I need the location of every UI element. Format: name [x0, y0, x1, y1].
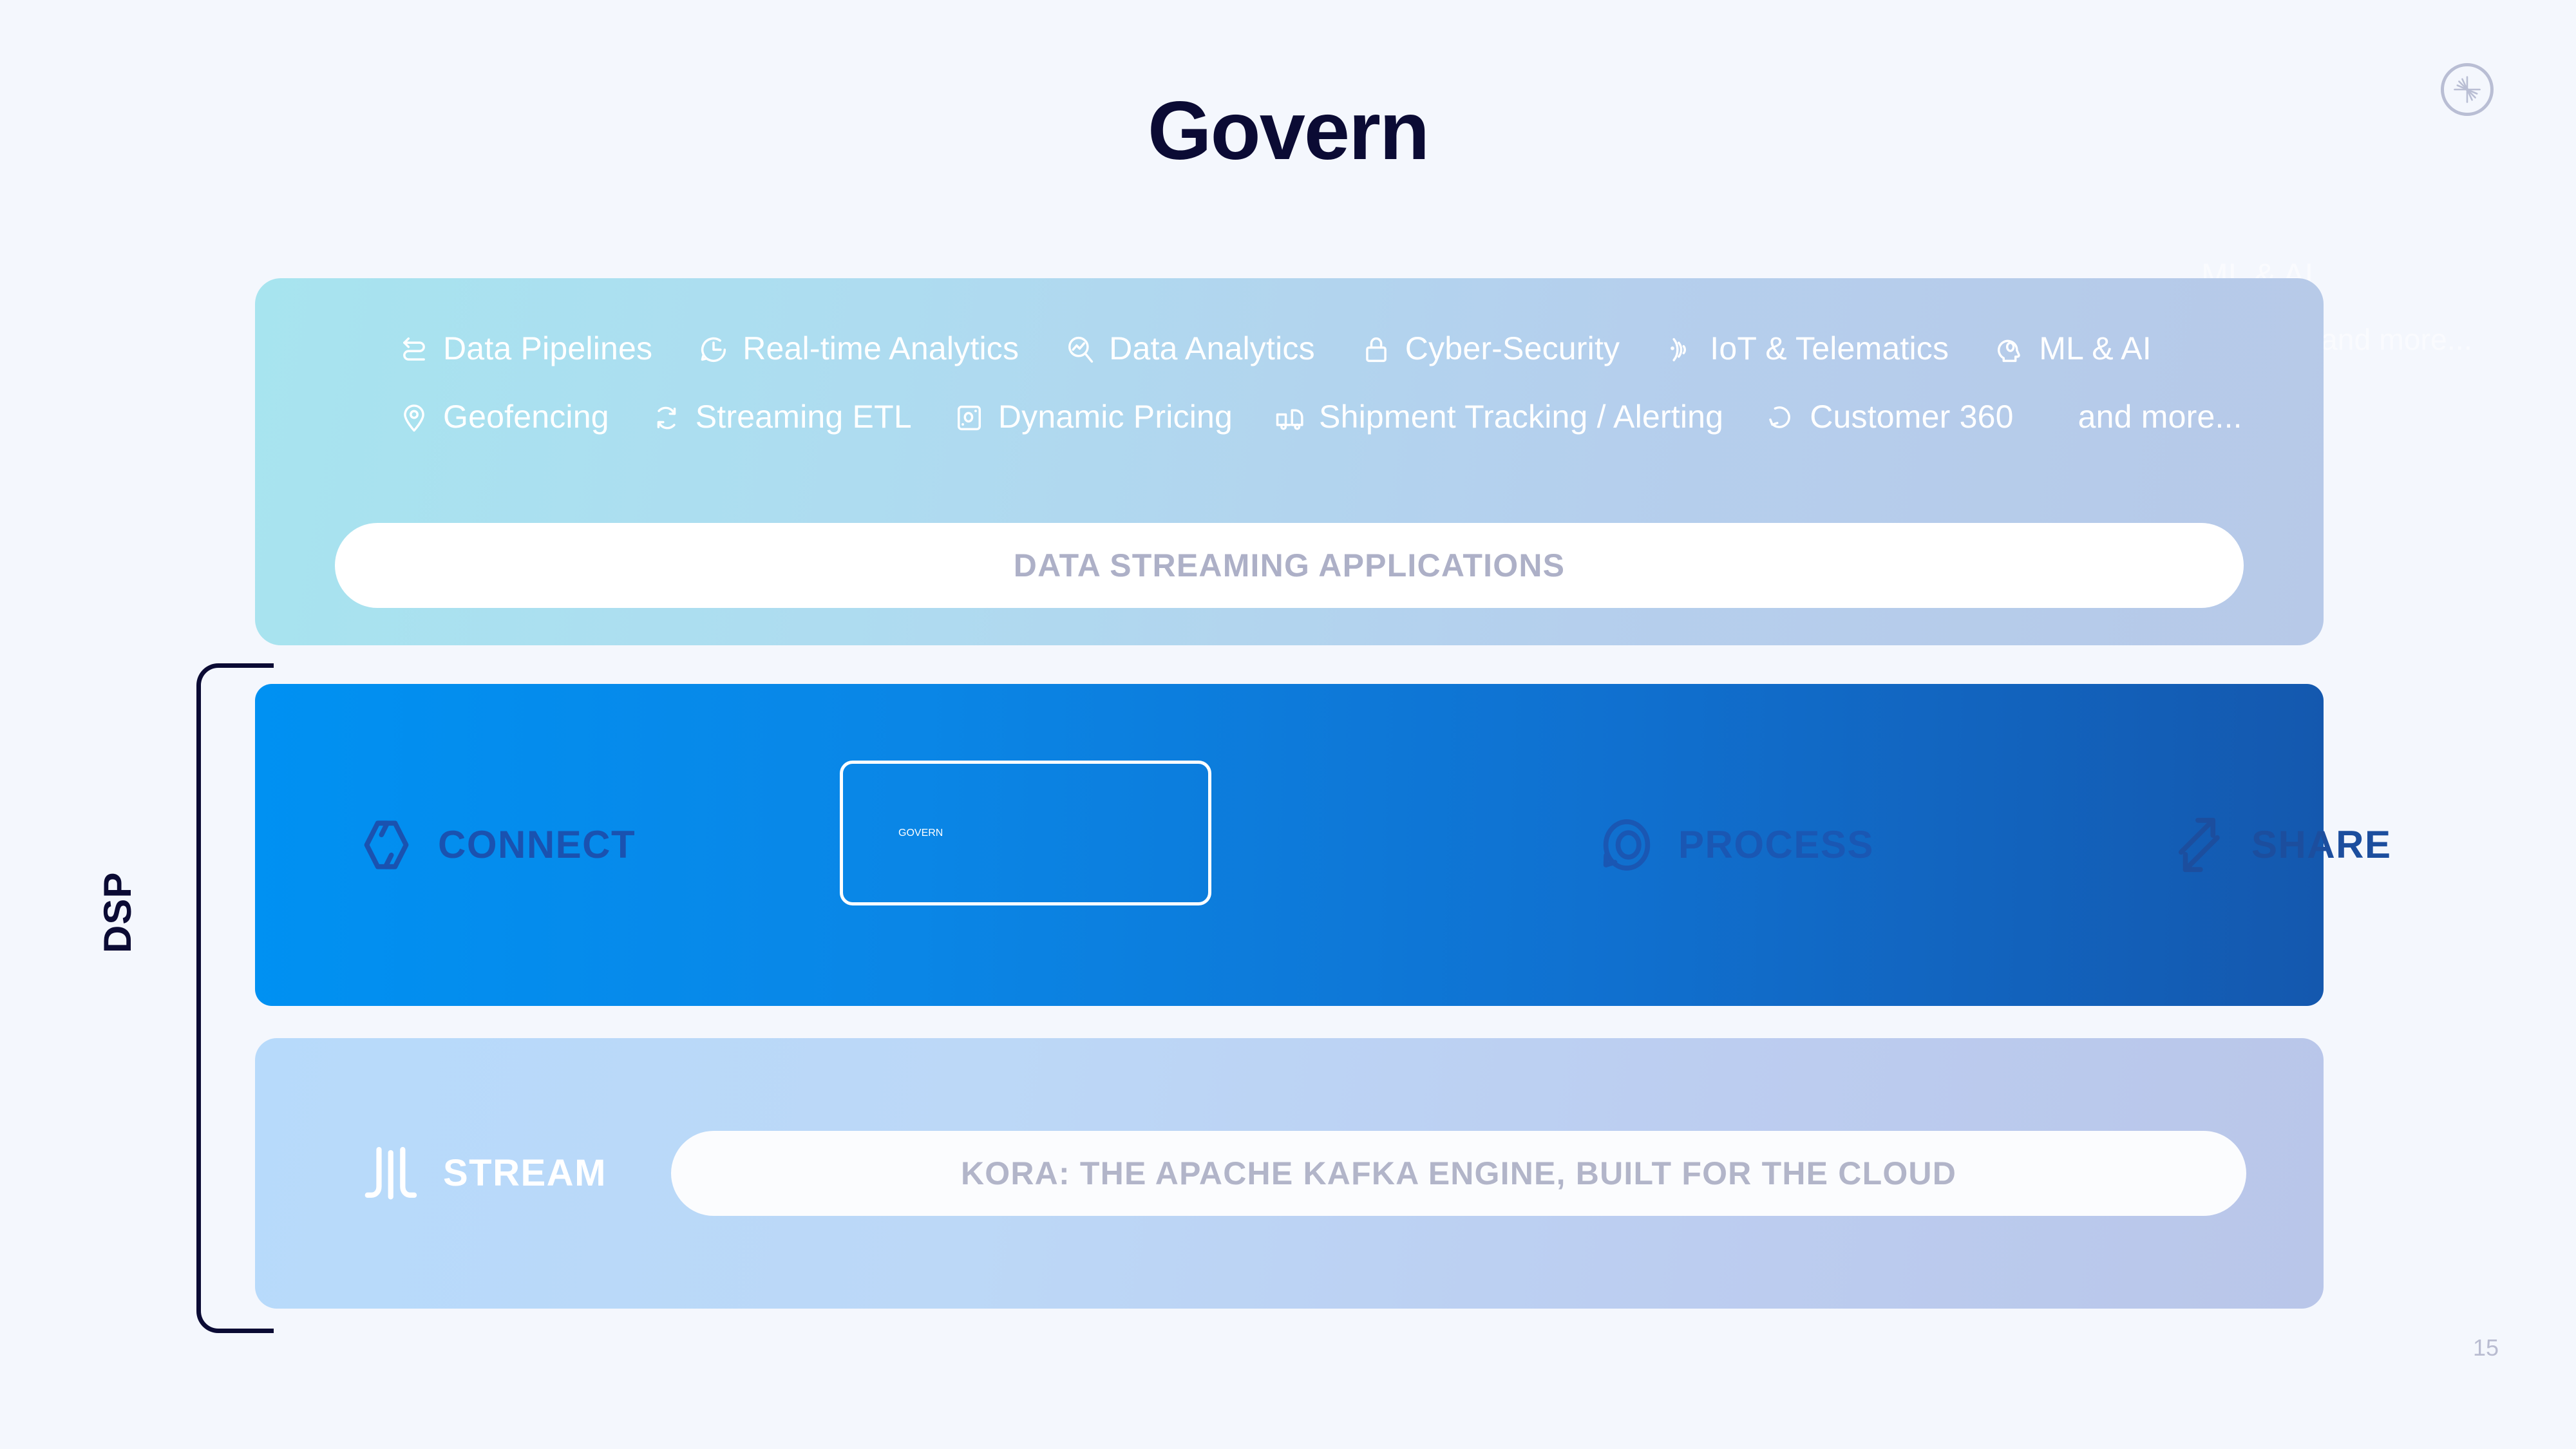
- realtime-analytics-icon: [696, 332, 731, 367]
- refresh-cycle-icon: [649, 401, 684, 435]
- data-streaming-applications-banner: DATA STREAMING APPLICATIONS: [335, 523, 2244, 608]
- stream-brand: STREAM: [358, 1140, 607, 1207]
- dsp-stage-label: GOVERN: [898, 827, 943, 838]
- app-chip-dynamic-pricing[interactable]: Dynamic Pricing: [952, 401, 1233, 435]
- app-chip-geofencing[interactable]: Geofencing: [397, 401, 609, 435]
- dsp-stage-label: CONNECT: [438, 823, 636, 866]
- app-chip-label: Dynamic Pricing: [998, 399, 1233, 435]
- app-chip-data-pipelines[interactable]: Data Pipelines: [397, 332, 652, 367]
- application-chip-row-1: Data Pipelines Real-time Analytics Data …: [326, 314, 2290, 385]
- dsp-stage-govern[interactable]: GOVERN: [840, 761, 1211, 905]
- confluent-logo-icon: [2441, 63, 2494, 116]
- dsp-bracket-label: DSP: [96, 871, 139, 953]
- kora-banner-label: KORA: THE APACHE KAFKA ENGINE, BUILT FOR…: [960, 1155, 1957, 1191]
- app-chip-realtime-analytics[interactable]: Real-time Analytics: [696, 332, 1019, 367]
- ghost-text-and-more: and more...: [2321, 323, 2472, 356]
- lock-icon: [1359, 332, 1394, 367]
- page-title: Govern: [1147, 85, 1430, 177]
- dsp-stage-label: PROCESS: [1678, 823, 1874, 866]
- dsp-stage-label: SHARE: [2251, 823, 2392, 866]
- data-pipelines-icon: [397, 332, 431, 367]
- app-chip-iot-telematics[interactable]: IoT & Telematics: [1663, 332, 1949, 367]
- data-analytics-icon: [1063, 332, 1097, 367]
- customer-360-icon: [1763, 401, 1798, 435]
- app-chip-label: Data Pipelines: [443, 330, 653, 366]
- app-chip-cyber-security[interactable]: Cyber-Security: [1359, 332, 1620, 367]
- app-chip-and-more[interactable]: and more...: [2078, 401, 2242, 435]
- dsp-stage-connect[interactable]: CONNECT: [352, 810, 636, 880]
- app-chip-label: Streaming ETL: [695, 399, 912, 435]
- app-chip-customer-360[interactable]: Customer 360: [1763, 401, 2013, 435]
- app-chip-ml-ai[interactable]: ML & AI: [1993, 332, 2152, 367]
- page-number: 15: [2473, 1334, 2499, 1361]
- slide-canvas: Govern ML & AI and more... Data Pipeline…: [0, 0, 2576, 1449]
- kafka-stream-icon: [358, 1140, 425, 1207]
- app-chip-label: Customer 360: [1810, 399, 2014, 435]
- application-chip-row-2: Geofencing Streaming ETL Dynamic Pricing…: [326, 383, 2290, 453]
- app-chip-label: IoT & Telematics: [1710, 330, 1949, 366]
- app-chip-label: and more...: [2078, 399, 2242, 435]
- price-tag-icon: [952, 401, 987, 435]
- app-chip-label: ML & AI: [2039, 330, 2152, 366]
- dsp-stage-process[interactable]: PROCESS: [1592, 810, 1874, 880]
- signal-icon: [1663, 332, 1698, 367]
- app-chip-label: Shipment Tracking / Alerting: [1319, 399, 1724, 435]
- app-chip-streaming-etl[interactable]: Streaming ETL: [649, 401, 912, 435]
- map-pin-icon: [397, 401, 431, 435]
- app-chip-label: Cyber-Security: [1405, 330, 1620, 366]
- data-streaming-applications-card: Data Pipelines Real-time Analytics Data …: [255, 278, 2324, 645]
- app-chip-label: Data Analytics: [1109, 330, 1315, 366]
- stream-card: STREAM KORA: THE APACHE KAFKA ENGINE, BU…: [255, 1038, 2324, 1309]
- app-chip-data-analytics[interactable]: Data Analytics: [1063, 332, 1315, 367]
- share-arrows-icon: [2165, 810, 2235, 880]
- dsp-stages-band: CONNECT PROCESS SHARE: [255, 684, 2391, 1006]
- app-chip-label: Geofencing: [443, 399, 609, 435]
- truck-icon: [1273, 401, 1307, 435]
- application-chip-rows: Data Pipelines Real-time Analytics Data …: [326, 314, 2290, 453]
- dsp-stage-share[interactable]: SHARE: [2165, 810, 2392, 880]
- stream-label: STREAM: [443, 1152, 607, 1194]
- hexagon-connect-icon: [352, 810, 421, 880]
- dsp-stage-govern-content: GOVERN: [898, 827, 943, 849]
- app-chip-label: Real-time Analytics: [743, 330, 1019, 366]
- ml-ai-head-icon: [1993, 332, 2027, 367]
- process-loop-icon: [1592, 810, 1662, 880]
- banner-label: DATA STREAMING APPLICATIONS: [1013, 547, 1566, 583]
- kora-banner: KORA: THE APACHE KAFKA ENGINE, BUILT FOR…: [671, 1131, 2246, 1216]
- app-chip-shipment-tracking[interactable]: Shipment Tracking / Alerting: [1273, 401, 1723, 435]
